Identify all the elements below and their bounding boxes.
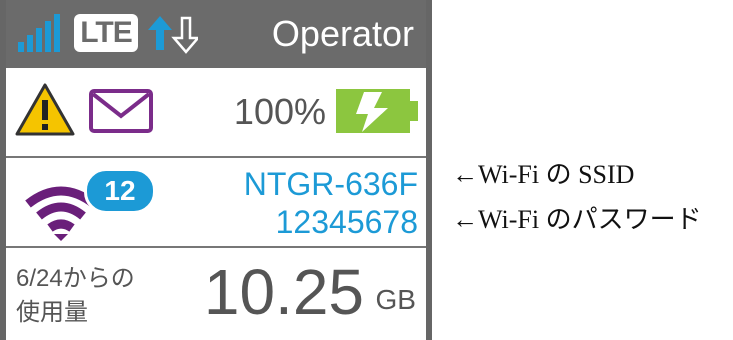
device-screen: LTE Operator 100% 12 NTGR-636F 12345678 …	[0, 0, 432, 340]
status-bar: LTE Operator	[6, 0, 426, 68]
alerts-row: 100%	[6, 68, 426, 158]
usage-row: 6/24からの 使用量 10.25 GB	[6, 248, 426, 340]
battery-percent: 100%	[233, 91, 326, 132]
network-type-badge: LTE	[74, 14, 138, 52]
usage-label: 6/24からの 使用量	[16, 262, 186, 330]
wifi-row: 12 NTGR-636F 12345678	[6, 158, 426, 248]
wifi-ssid: NTGR-636F	[243, 166, 418, 202]
operator-name: Operator	[271, 13, 414, 54]
up-down-arrows-icon	[148, 16, 198, 54]
usage-label-date: 6/24からの	[16, 265, 135, 292]
ssid-annotation: ←Wi-Fi の SSID	[452, 160, 635, 189]
password-annotation: ←Wi-Fi のパスワード	[452, 205, 702, 234]
wifi-password: 12345678	[275, 204, 418, 240]
mail-icon[interactable]	[88, 88, 154, 134]
battery-charging-icon	[336, 89, 418, 133]
usage-value: 10.25	[203, 256, 364, 328]
usage-label-text: 使用量	[16, 299, 88, 326]
connected-clients-badge: 12	[84, 168, 156, 214]
signal-bars-icon	[18, 14, 60, 52]
usage-unit: GB	[375, 284, 416, 315]
warning-icon[interactable]	[14, 82, 76, 138]
